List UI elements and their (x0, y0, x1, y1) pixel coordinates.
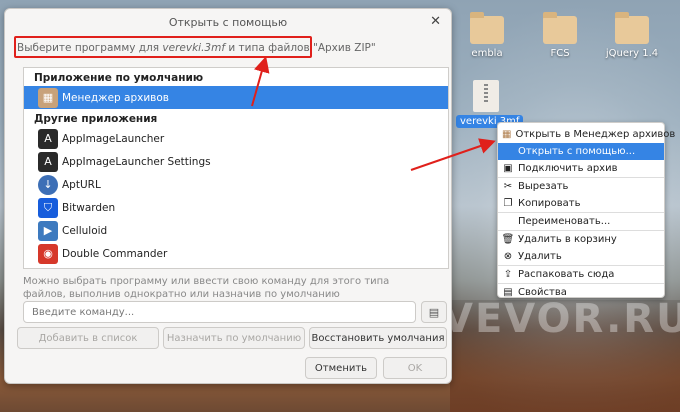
browse-button[interactable]: ▤ (421, 301, 447, 323)
app-item-label: Bitwarden (62, 201, 116, 214)
desktop-file-verevki[interactable]: verevki.3mf (456, 80, 524, 128)
folder-open-icon: ▤ (428, 305, 440, 319)
menu-item-copy[interactable]: ❐ Копировать (498, 195, 664, 212)
context-menu: ▦ Открыть в Менеджер архивов Открыть с п… (497, 122, 675, 301)
menu-item-label: Копировать (518, 198, 581, 209)
shield-icon: ⛉ (38, 197, 58, 218)
watermark: VEVOR.RU (442, 296, 680, 342)
menu-item-open-archive-manager[interactable]: ▦ Открыть в Менеджер архивов (498, 126, 675, 143)
appimage-icon: A (38, 128, 58, 149)
dialog-title: Открыть с помощью (168, 15, 288, 29)
app-item-celluloid[interactable]: ▶ Celluloid (24, 219, 448, 242)
mount-icon: ▣ (503, 163, 513, 174)
archive-icon: ▦ (502, 129, 512, 140)
restore-defaults-button[interactable]: Восстановить умолчания (309, 327, 447, 349)
folder-icon (470, 12, 504, 44)
desktop-icon-label: embla (471, 48, 503, 59)
menu-item-trash[interactable]: 🗑 Удалить в корзину (498, 231, 664, 248)
desktop-folder-fcs[interactable]: FCS (530, 12, 590, 59)
extract-icon: ⇪ (503, 269, 513, 280)
app-item-bitwarden[interactable]: ⛉ Bitwarden (24, 196, 448, 219)
menu-item-label: Удалить в корзину (518, 234, 617, 245)
menu-item-cut[interactable]: ✂ Вырезать (498, 178, 664, 195)
archive-manager-icon: ▦ (38, 87, 58, 108)
annotation-box (14, 36, 312, 58)
folder-icon (543, 12, 577, 44)
default-app-header: Приложение по умолчанию (34, 72, 204, 84)
film-icon: ▶ (38, 220, 58, 241)
app-item-double-commander[interactable]: ◉ Double Commander (24, 242, 448, 265)
set-default-button[interactable]: Назначить по умолчанию (163, 327, 305, 349)
desktop-icon-label: jQuery 1.4 (605, 48, 659, 59)
folder-icon (615, 12, 649, 44)
menu-item-label: Удалить (518, 251, 562, 262)
menu-item-mount-archive[interactable]: ▣ Подключить архив (498, 160, 664, 177)
menu-item-rename[interactable]: Переименовать... (498, 213, 664, 230)
app-item-label: Менеджер архивов (62, 91, 169, 104)
copy-icon: ❐ (503, 198, 513, 209)
menu-item-label: Переименовать... (518, 216, 611, 227)
desktop-icon-label: FCS (550, 48, 570, 59)
app-item-label: AptURL (62, 178, 101, 191)
menu-item-properties[interactable]: ▤ Свойства (498, 284, 664, 301)
app-item-label: AppImageLauncher (62, 132, 165, 145)
menu-item-label: Вырезать (518, 181, 569, 192)
desktop-folder-embla[interactable]: embla (457, 12, 517, 59)
menu-item-delete[interactable]: ⊗ Удалить (498, 248, 664, 265)
menu-item-extract-here[interactable]: ⇪ Распаковать сюда (498, 266, 664, 283)
menu-item-label: Распаковать сюда (518, 269, 615, 280)
properties-icon: ▤ (503, 287, 513, 298)
other-apps-header: Другие приложения (34, 113, 158, 125)
menu-item-open-with[interactable]: Открыть с помощью... (498, 143, 664, 160)
app-item-apturl[interactable]: ↓ AptURL (24, 173, 448, 196)
menu-item-label: Открыть с помощью... (518, 146, 636, 157)
app-item-appimagelauncher-settings[interactable]: A AppImageLauncher Settings (24, 150, 448, 173)
appimage-icon: A (38, 151, 58, 172)
dialog-titlebar: Открыть с помощью ✕ (5, 9, 451, 35)
ok-button[interactable]: OK (383, 357, 447, 379)
app-item-label: Double Commander (62, 247, 168, 260)
app-item-label: AppImageLauncher Settings (62, 155, 211, 168)
double-commander-icon: ◉ (38, 243, 58, 264)
trash-icon: 🗑 (501, 234, 515, 245)
open-with-dialog: Открыть с помощью ✕ Выберите программу д… (4, 8, 452, 384)
scissors-icon: ✂ (503, 181, 513, 192)
cancel-button[interactable]: Отменить (305, 357, 377, 379)
app-item-archive-manager[interactable]: ▦ Менеджер архивов (24, 86, 448, 109)
menu-item-label: Подключить архив (518, 163, 618, 174)
desktop-folder-jquery[interactable]: jQuery 1.4 (602, 12, 662, 59)
apturl-icon: ↓ (38, 174, 58, 195)
menu-item-label: Свойства (518, 287, 567, 298)
delete-icon: ⊗ (503, 251, 513, 262)
dialog-description: Можно выбрать программу или ввести свою … (23, 276, 390, 300)
add-to-list-button[interactable]: Добавить в список (17, 327, 159, 349)
app-item-appimagelauncher[interactable]: A AppImageLauncher (24, 127, 448, 150)
app-item-label: Celluloid (62, 224, 108, 237)
app-list: Приложение по умолчанию ▦ Менеджер архив… (23, 67, 449, 269)
close-icon[interactable]: ✕ (430, 14, 441, 29)
command-input[interactable] (23, 301, 416, 323)
zip-file-icon (473, 80, 499, 112)
menu-item-label: Открыть в Менеджер архивов (515, 129, 676, 140)
